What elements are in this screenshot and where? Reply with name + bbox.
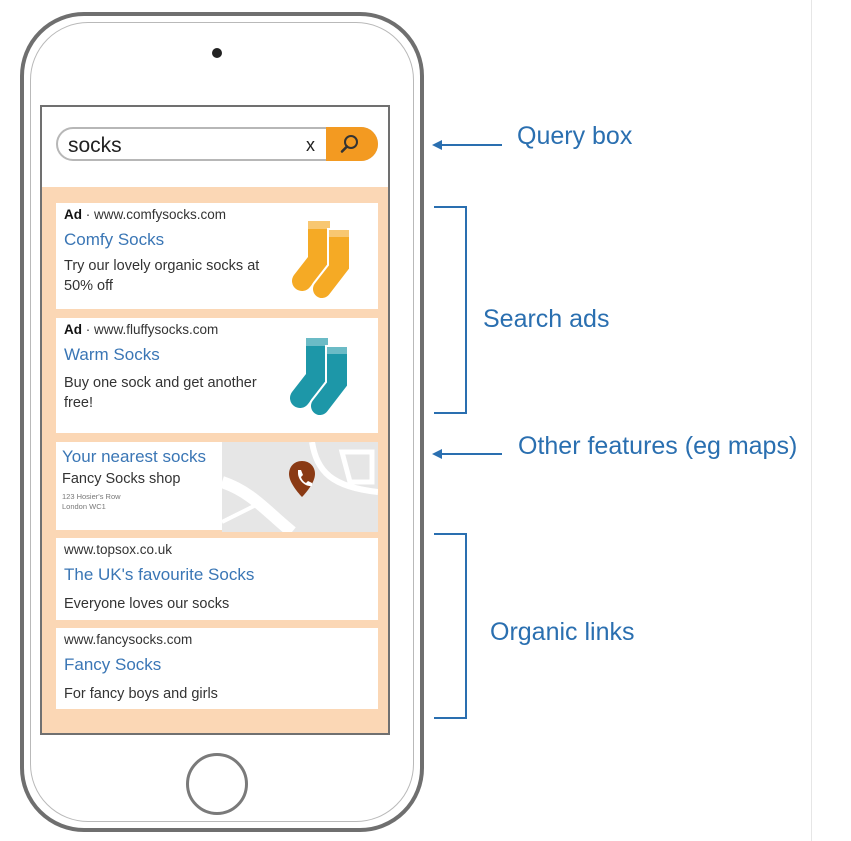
ad-badge: Ad (64, 207, 82, 222)
camera-icon (212, 48, 222, 58)
local-address-line: 123 Hosier's Row (62, 492, 121, 501)
local-shop-name: Fancy Socks shop (62, 471, 181, 487)
ad-url: · www.fluffysocks.com (82, 322, 219, 337)
result-url: www.fancysocks.com (64, 632, 193, 647)
ad-url-line: Ad · www.fluffysocks.com (64, 322, 218, 337)
ad-description: Try our lovely organic socks at 50% off (64, 258, 260, 294)
local-map-card[interactable]: Your nearest socks Fancy Socks shop 123 … (56, 442, 378, 532)
result-description: Everyone loves our socks (64, 596, 230, 612)
search-header: socks x (42, 107, 388, 187)
search-input[interactable]: socks (68, 134, 122, 158)
socks-icon (292, 221, 351, 300)
clear-search-button[interactable]: x (306, 135, 315, 156)
ad-url: · www.comfysocks.com (82, 207, 227, 222)
ad-badge: Ad (64, 322, 82, 337)
local-address-line: London WC1 (62, 502, 106, 511)
search-box[interactable]: socks x (56, 127, 378, 161)
search-ad-card[interactable]: Ad · www.fluffysocks.com Warm Socks Buy … (56, 318, 378, 433)
search-ads-bracket (434, 206, 467, 414)
ad-description: Buy one sock and get another free! (64, 375, 257, 411)
organic-result-card[interactable]: www.topsox.co.uk The UK's favourite Sock… (56, 538, 378, 620)
search-icon (340, 135, 358, 153)
other-features-arrow (432, 449, 502, 459)
result-title-link[interactable]: Fancy Socks (64, 655, 161, 675)
search-ads-annotation: Search ads (483, 305, 610, 333)
organic-links-annotation: Organic links (490, 618, 635, 646)
home-button[interactable] (186, 753, 248, 815)
other-features-annotation: Other features (eg maps) (518, 432, 798, 460)
local-title-link[interactable]: Your nearest socks (62, 447, 206, 467)
result-url: www.topsox.co.uk (64, 542, 173, 557)
page-divider-line (811, 0, 812, 841)
result-description: For fancy boys and girls (64, 686, 218, 702)
organic-links-bracket (434, 533, 467, 719)
ad-title-link[interactable]: Warm Socks (64, 345, 160, 365)
socks-icon (290, 338, 349, 417)
query-box-arrow (432, 140, 502, 150)
map-thumbnail[interactable] (222, 442, 378, 532)
map-pin-icon (289, 461, 315, 497)
search-button[interactable] (326, 127, 378, 161)
phone-screen: socks x Ad · www.comfysocks.com Comfy So… (40, 105, 390, 735)
ad-title-link[interactable]: Comfy Socks (64, 230, 164, 250)
search-ad-card[interactable]: Ad · www.comfysocks.com Comfy Socks Try … (56, 203, 378, 309)
query-box-annotation: Query box (517, 122, 633, 150)
ad-url-line: Ad · www.comfysocks.com (64, 207, 226, 222)
result-title-link[interactable]: The UK's favourite Socks (64, 565, 254, 585)
organic-result-card[interactable]: www.fancysocks.com Fancy Socks For fancy… (56, 628, 378, 709)
